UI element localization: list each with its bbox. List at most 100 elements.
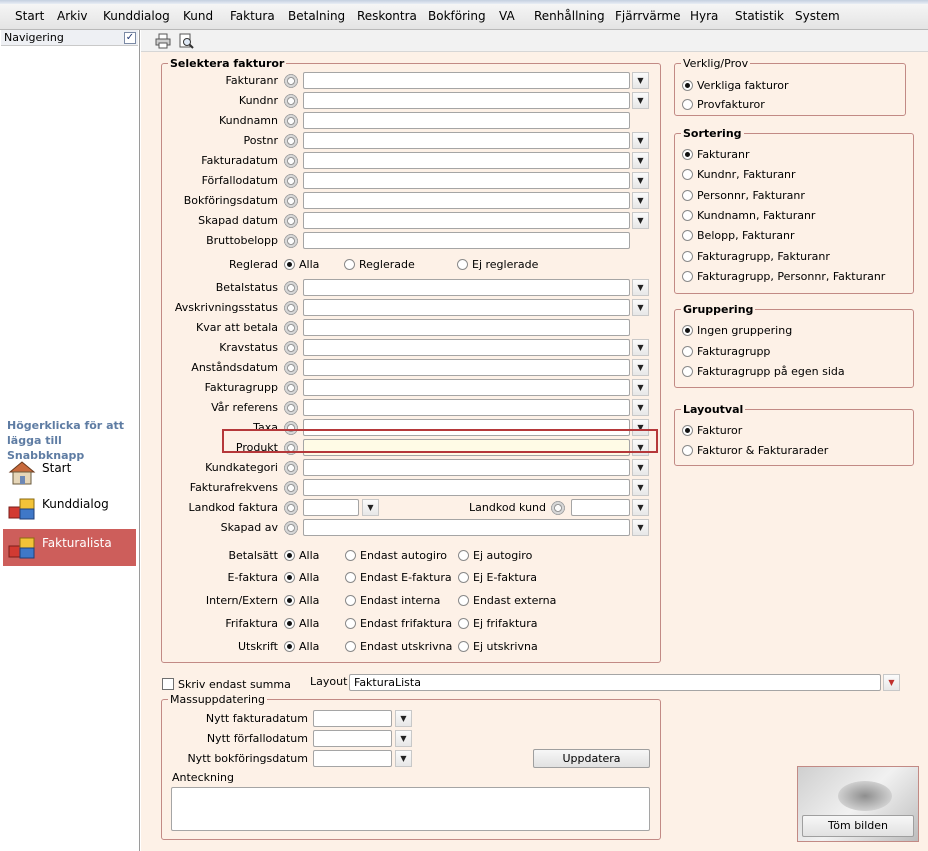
- e-faktura-option-ej-e-faktura[interactable]: Ej E-faktura: [458, 571, 537, 584]
- bokforingsdatum-input[interactable]: [303, 192, 630, 209]
- postnr-dropdown-button[interactable]: ▼: [632, 132, 649, 149]
- summary-only-checkbox[interactable]: [162, 678, 174, 690]
- betalsatt-option-endast-autogiro[interactable]: Endast autogiro: [345, 549, 447, 562]
- forfallodatum-dropdown-button[interactable]: ▼: [632, 172, 649, 189]
- menu-item-faktura[interactable]: Faktura: [230, 9, 275, 23]
- bokforingsdatum-dropdown-button[interactable]: ▼: [632, 192, 649, 209]
- intern-extern-option-endast-interna[interactable]: Endast interna: [345, 594, 440, 607]
- intern-extern-option-endast-externa[interactable]: Endast externa: [458, 594, 556, 607]
- layout-input[interactable]: [349, 674, 881, 691]
- forfallodatum-input[interactable]: [303, 172, 630, 189]
- settings-gear-icon[interactable]: [283, 280, 299, 296]
- fakturagrupp-dropdown-button[interactable]: ▼: [632, 379, 649, 396]
- betalsatt-option-alla[interactable]: Alla: [284, 549, 319, 562]
- settings-gear-icon[interactable]: [283, 480, 299, 496]
- avskrivningsstatus-input[interactable]: [303, 299, 630, 316]
- settings-gear-icon[interactable]: [283, 340, 299, 356]
- settings-gear-icon[interactable]: [283, 213, 299, 229]
- kundkategori-input[interactable]: [303, 459, 630, 476]
- betalstatus-input[interactable]: [303, 279, 630, 296]
- menu-item-va[interactable]: VA: [499, 9, 515, 23]
- menu-item-arkiv[interactable]: Arkiv: [57, 9, 88, 23]
- update-button[interactable]: Uppdatera: [533, 749, 650, 768]
- settings-gear-icon[interactable]: [550, 500, 566, 516]
- kundnr-dropdown-button[interactable]: ▼: [632, 92, 649, 109]
- menu-item-bokforing[interactable]: Bokföring: [428, 9, 486, 23]
- verklig-prov-option-verkliga-fakturor[interactable]: Verkliga fakturor: [682, 79, 788, 92]
- kvar-att-betala-input[interactable]: [303, 319, 630, 336]
- reglerad-option-ej-reglerade[interactable]: Ej reglerade: [457, 258, 538, 271]
- kundnamn-input[interactable]: [303, 112, 630, 129]
- utskrift-option-endast-utskrivna[interactable]: Endast utskrivna: [345, 640, 452, 653]
- skapad-av-input[interactable]: [303, 519, 630, 536]
- nytt-fakturadatum-dropdown-button[interactable]: ▼: [395, 710, 412, 727]
- reglerad-option-alla[interactable]: Alla: [284, 258, 319, 271]
- settings-gear-icon[interactable]: [283, 233, 299, 249]
- settings-gear-icon[interactable]: [283, 73, 299, 89]
- betalstatus-dropdown-button[interactable]: ▼: [632, 279, 649, 296]
- fakturanr-dropdown-button[interactable]: ▼: [632, 72, 649, 89]
- settings-gear-icon[interactable]: [283, 113, 299, 129]
- settings-gear-icon[interactable]: [283, 360, 299, 376]
- layout-dropdown-button[interactable]: ▼: [883, 674, 900, 691]
- kundkategori-dropdown-button[interactable]: ▼: [632, 459, 649, 476]
- kundnr-input[interactable]: [303, 92, 630, 109]
- settings-gear-icon[interactable]: [283, 380, 299, 396]
- settings-gear-icon[interactable]: [283, 300, 299, 316]
- var-referens-input[interactable]: [303, 399, 630, 416]
- sortering-option-kundnr-fakturanr[interactable]: Kundnr, Fakturanr: [682, 168, 796, 181]
- fakturanr-input[interactable]: [303, 72, 630, 89]
- kravstatus-input[interactable]: [303, 339, 630, 356]
- nytt-bokforingsdatum-dropdown-button[interactable]: ▼: [395, 750, 412, 767]
- settings-gear-icon[interactable]: [283, 400, 299, 416]
- fakturafrekvens-input[interactable]: [303, 479, 630, 496]
- settings-gear-icon[interactable]: [283, 500, 299, 516]
- skapad-av-dropdown-button[interactable]: ▼: [632, 519, 649, 536]
- menu-item-start[interactable]: Start: [15, 9, 44, 23]
- menu-item-system[interactable]: System: [795, 9, 840, 23]
- sortering-option-fakturagrupp-personnr-fakturanr[interactable]: Fakturagrupp, Personnr, Fakturanr: [682, 270, 885, 283]
- sortering-option-fakturanr[interactable]: Fakturanr: [682, 148, 749, 161]
- sortering-option-kundnamn-fakturanr[interactable]: Kundnamn, Fakturanr: [682, 209, 815, 222]
- betalsatt-option-ej-autogiro[interactable]: Ej autogiro: [458, 549, 532, 562]
- bruttobelopp-input[interactable]: [303, 232, 630, 249]
- anstandsdatum-dropdown-button[interactable]: ▼: [632, 359, 649, 376]
- settings-gear-icon[interactable]: [283, 460, 299, 476]
- reglerad-option-reglerade[interactable]: Reglerade: [344, 258, 415, 271]
- gruppering-option-fakturagrupp-pa-egen-sida[interactable]: Fakturagrupp på egen sida: [682, 365, 845, 378]
- preview-icon[interactable]: [178, 33, 194, 49]
- landkod-faktura-dropdown-button[interactable]: ▼: [362, 499, 379, 516]
- clear-image-button[interactable]: Töm bilden: [802, 815, 914, 837]
- skapad-datum-dropdown-button[interactable]: ▼: [632, 212, 649, 229]
- settings-gear-icon[interactable]: [283, 133, 299, 149]
- landkod-kund-input[interactable]: [571, 499, 630, 516]
- frifaktura-option-ej-frifaktura[interactable]: Ej frifaktura: [458, 617, 538, 630]
- menu-item-renhallning[interactable]: Renhållning: [534, 9, 605, 23]
- gruppering-option-ingen-gruppering[interactable]: Ingen gruppering: [682, 324, 792, 337]
- gruppering-option-fakturagrupp[interactable]: Fakturagrupp: [682, 345, 770, 358]
- skapad-datum-input[interactable]: [303, 212, 630, 229]
- menu-item-hyra[interactable]: Hyra: [690, 9, 718, 23]
- sortering-option-fakturagrupp-fakturanr[interactable]: Fakturagrupp, Fakturanr: [682, 250, 830, 263]
- sortering-option-personnr-fakturanr[interactable]: Personnr, Fakturanr: [682, 189, 805, 202]
- menu-item-statistik[interactable]: Statistik: [735, 9, 784, 23]
- verklig-prov-option-provfakturor[interactable]: Provfakturor: [682, 98, 765, 111]
- menu-item-kund[interactable]: Kund: [183, 9, 213, 23]
- menu-item-betalning[interactable]: Betalning: [288, 9, 345, 23]
- settings-gear-icon[interactable]: [283, 193, 299, 209]
- kravstatus-dropdown-button[interactable]: ▼: [632, 339, 649, 356]
- intern-extern-option-alla[interactable]: Alla: [284, 594, 319, 607]
- menu-item-kunddialog[interactable]: Kunddialog: [103, 9, 170, 23]
- utskrift-option-ej-utskrivna[interactable]: Ej utskrivna: [458, 640, 538, 653]
- settings-gear-icon[interactable]: [283, 320, 299, 336]
- navigation-pin-checkbox[interactable]: ✓: [124, 32, 136, 44]
- nytt-forfallodatum-dropdown-button[interactable]: ▼: [395, 730, 412, 747]
- layoutval-option-fakturor-and-fakturarader[interactable]: Fakturor & Fakturarader: [682, 444, 828, 457]
- e-faktura-option-endast-e-faktura[interactable]: Endast E-faktura: [345, 571, 452, 584]
- nav-button-fakturalista[interactable]: Fakturalista: [3, 529, 136, 566]
- layoutval-option-fakturor[interactable]: Fakturor: [682, 424, 742, 437]
- sortering-option-belopp-fakturanr[interactable]: Belopp, Fakturanr: [682, 229, 795, 242]
- anstandsdatum-input[interactable]: [303, 359, 630, 376]
- nav-button-start[interactable]: Start: [3, 454, 136, 491]
- settings-gear-icon[interactable]: [283, 153, 299, 169]
